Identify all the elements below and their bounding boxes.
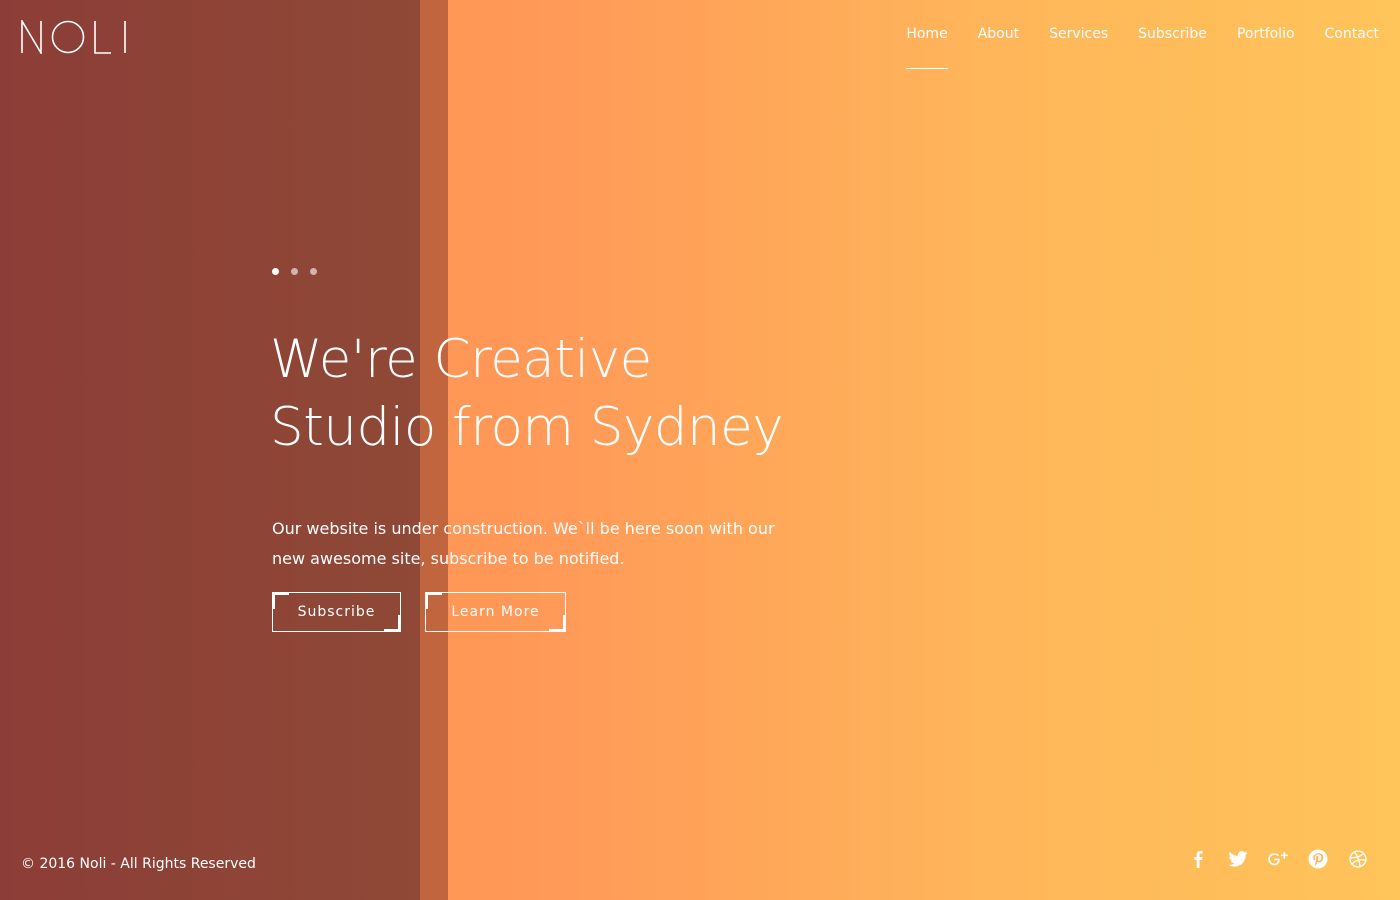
nav-item-about[interactable]: About [978, 22, 1019, 46]
noli-logo-icon [21, 18, 126, 56]
nav-item-contact[interactable]: Contact [1325, 22, 1379, 46]
slider-pagination [272, 268, 317, 275]
facebook-icon[interactable] [1188, 848, 1208, 870]
slider-dot-2[interactable] [291, 268, 298, 275]
nav-item-label: Home [906, 26, 948, 42]
nav-item-label: Contact [1324, 26, 1379, 42]
nav-item-services[interactable]: Services [1049, 22, 1108, 46]
nav-item-portfolio[interactable]: Portfolio [1237, 22, 1295, 46]
nav-item-label: About [977, 26, 1020, 42]
hero-headline-line-2: Studio from Sydney [270, 397, 784, 458]
hero-headline-line-1: We're Creative [270, 329, 652, 390]
slider-dot-3[interactable] [310, 268, 317, 275]
nav-item-label: Subscribe [1138, 26, 1207, 42]
main-nav: Home About Services Subscribe Portfolio … [906, 22, 1379, 69]
twitter-icon[interactable] [1228, 848, 1248, 870]
nav-item-label: Portfolio [1236, 26, 1295, 42]
copyright-text: © 2016 Noli - All Rights Reserved [21, 856, 256, 872]
hero-tagline: Our website is under construction. We`ll… [272, 519, 775, 568]
social-links [1188, 848, 1368, 870]
nav-item-subscribe[interactable]: Subscribe [1138, 22, 1207, 46]
slider-dot-1[interactable] [272, 268, 279, 275]
logo[interactable] [21, 18, 127, 56]
nav-item-label: Services [1049, 26, 1109, 42]
dribbble-icon[interactable] [1348, 848, 1368, 870]
google-plus-icon[interactable] [1268, 848, 1288, 870]
subscribe-button[interactable]: Subscribe [272, 592, 401, 632]
learn-more-button[interactable]: Learn More [425, 592, 566, 632]
nav-item-home[interactable]: Home [906, 22, 948, 69]
hero-headline: We're Creative Studio from Sydney [270, 326, 830, 462]
nav-active-indicator [906, 68, 948, 69]
pinterest-icon[interactable] [1308, 848, 1328, 870]
